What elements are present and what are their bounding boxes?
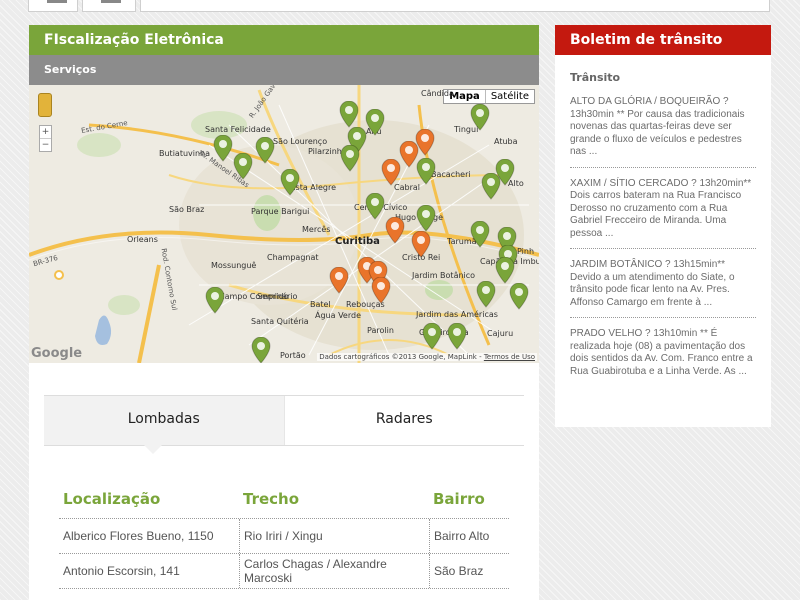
map-copyright-text: Dados cartográficos ©2013 Google, MapLin… xyxy=(319,353,482,361)
tab-lombadas[interactable]: Lombadas xyxy=(44,396,284,445)
map-place-label: Champagnat xyxy=(267,253,319,262)
map-place-label: Cajuru xyxy=(487,329,514,338)
zoom-control: + − xyxy=(39,125,52,152)
table-header: Localização Trecho Bairro xyxy=(59,485,509,519)
lombada-pin-icon[interactable] xyxy=(416,158,436,185)
panel-title: FIscalização Eletrônica xyxy=(29,25,539,55)
tab-radares[interactable]: Radares xyxy=(283,396,524,445)
map-place-label: Curitiba xyxy=(335,236,380,247)
fiscalizacao-panel: FIscalização Eletrônica Serviços Mapa Sa… xyxy=(29,25,539,600)
header-trecho: Trecho xyxy=(243,490,300,508)
lombada-pin-icon[interactable] xyxy=(481,173,501,200)
cell-trecho: Carlos Chagas / Alexandre Marcoski xyxy=(239,554,429,588)
radar-pin-icon[interactable] xyxy=(329,267,349,294)
cell-localizacao: Alberico Flores Bueno, 1150 xyxy=(63,529,214,543)
top-breadcrumb-strip xyxy=(0,0,800,12)
nav-home-button[interactable] xyxy=(28,0,78,12)
map-type-control: Mapa Satélite xyxy=(443,89,535,104)
lombada-pin-icon[interactable] xyxy=(416,205,436,232)
map-copyright: Dados cartográficos ©2013 Google, MapLin… xyxy=(317,353,537,361)
lombada-pin-icon[interactable] xyxy=(213,135,233,162)
google-map[interactable]: Mapa Satélite + − Cândida Santa Felicidad… xyxy=(29,85,539,363)
nav-menu-button[interactable] xyxy=(82,0,136,12)
lombadas-table: Localização Trecho Bairro Alberico Flore… xyxy=(59,485,509,589)
tabs-area: Lombadas Radares xyxy=(44,395,524,454)
lombada-pin-icon[interactable] xyxy=(280,169,300,196)
active-tab-caret xyxy=(144,445,162,454)
pegman-icon[interactable] xyxy=(38,93,52,117)
header-localizacao: Localização xyxy=(63,490,161,508)
map-place-label: Atuba xyxy=(494,137,518,146)
map-place-label: Jardim Botânico xyxy=(412,271,476,280)
header-bairro: Bairro xyxy=(433,490,485,508)
map-place-label: Parolin xyxy=(367,326,394,335)
cell-trecho: Rio Iriri / Xingu xyxy=(239,519,429,553)
lombada-pin-icon[interactable] xyxy=(495,257,515,284)
lombada-pin-icon[interactable] xyxy=(422,323,442,350)
google-logo: Google xyxy=(31,346,83,361)
nav-bar xyxy=(140,0,770,12)
map-place-label: Mossunguê xyxy=(211,261,257,270)
lombada-pin-icon[interactable] xyxy=(340,145,360,172)
transito-section-title: Trânsito xyxy=(570,71,621,84)
map-place-label: Água Verde xyxy=(315,311,361,320)
map-place-label: Santa Felicidade xyxy=(205,125,271,134)
panel-subtitle: Serviços xyxy=(29,55,539,85)
lombada-pin-icon[interactable] xyxy=(509,283,529,310)
table-row: Alberico Flores Bueno, 1150 Rio Iriri / … xyxy=(59,519,509,554)
news-item[interactable]: XAXIM / SÍTIO CERCADO ? 13h20min** Dois … xyxy=(570,178,756,249)
map-place-label: Seminário xyxy=(257,292,298,301)
news-item[interactable]: JARDIM BOTÂNICO ? 13h15min** Devido a um… xyxy=(570,259,756,318)
map-place-label: Batel xyxy=(310,300,331,309)
map-place-label: Mercês xyxy=(302,225,331,234)
lombada-pin-icon[interactable] xyxy=(339,101,359,128)
radar-pin-icon[interactable] xyxy=(371,277,391,304)
cell-localizacao: Antonio Escorsin, 141 xyxy=(63,564,180,578)
map-place-label: Orleans xyxy=(127,235,158,244)
lombada-pin-icon[interactable] xyxy=(365,193,385,220)
radar-pin-icon[interactable] xyxy=(381,159,401,186)
map-place-label: São Lourenço xyxy=(273,137,328,146)
news-item[interactable]: ALTO DA GLÓRIA / BOQUEIRÃO ? 13h30min **… xyxy=(570,96,756,168)
radar-pin-icon[interactable] xyxy=(385,217,405,244)
map-place-label: Santa Quitéria xyxy=(251,317,309,326)
lombada-pin-icon[interactable] xyxy=(205,287,225,314)
lombada-pin-icon[interactable] xyxy=(447,323,467,350)
table-row: Antonio Escorsin, 141 Carlos Chagas / Al… xyxy=(59,554,509,589)
map-place-label: São Braz xyxy=(169,205,205,214)
map-place-label: Pinh xyxy=(517,247,535,256)
lombada-pin-icon[interactable] xyxy=(476,281,496,308)
news-item[interactable]: PRADO VELHO ? 13h10min ** É realizada ho… xyxy=(570,328,756,386)
zoom-in-button[interactable]: + xyxy=(40,126,51,139)
map-place-label: Bacacheri xyxy=(431,170,471,179)
map-place-label: Cândida xyxy=(421,89,454,98)
lombada-pin-icon[interactable] xyxy=(470,104,490,131)
lombada-pin-icon[interactable] xyxy=(255,137,275,164)
map-place-label: Portão xyxy=(280,351,306,360)
cell-bairro: São Braz xyxy=(429,554,509,588)
zoom-out-button[interactable]: − xyxy=(40,139,51,151)
cell-bairro: Bairro Alto xyxy=(429,519,509,553)
radar-pin-icon[interactable] xyxy=(411,231,431,258)
radar-pin-icon[interactable] xyxy=(399,141,419,168)
lombada-pin-icon[interactable] xyxy=(251,337,271,363)
lombada-pin-icon[interactable] xyxy=(365,109,385,136)
boletim-title: Boletim de trânsito xyxy=(555,25,771,55)
lombada-pin-icon[interactable] xyxy=(470,221,490,248)
map-terms-link[interactable]: Termos de Uso xyxy=(484,353,535,361)
map-type-satelite-button[interactable]: Satélite xyxy=(486,90,534,103)
lombada-pin-icon[interactable] xyxy=(233,153,253,180)
boletim-panel: Boletim de trânsito Trânsito ALTO DA GLÓ… xyxy=(555,25,771,427)
map-place-label: Parque Barigui xyxy=(251,207,310,216)
map-place-label: Jardim das Américas xyxy=(416,310,498,319)
